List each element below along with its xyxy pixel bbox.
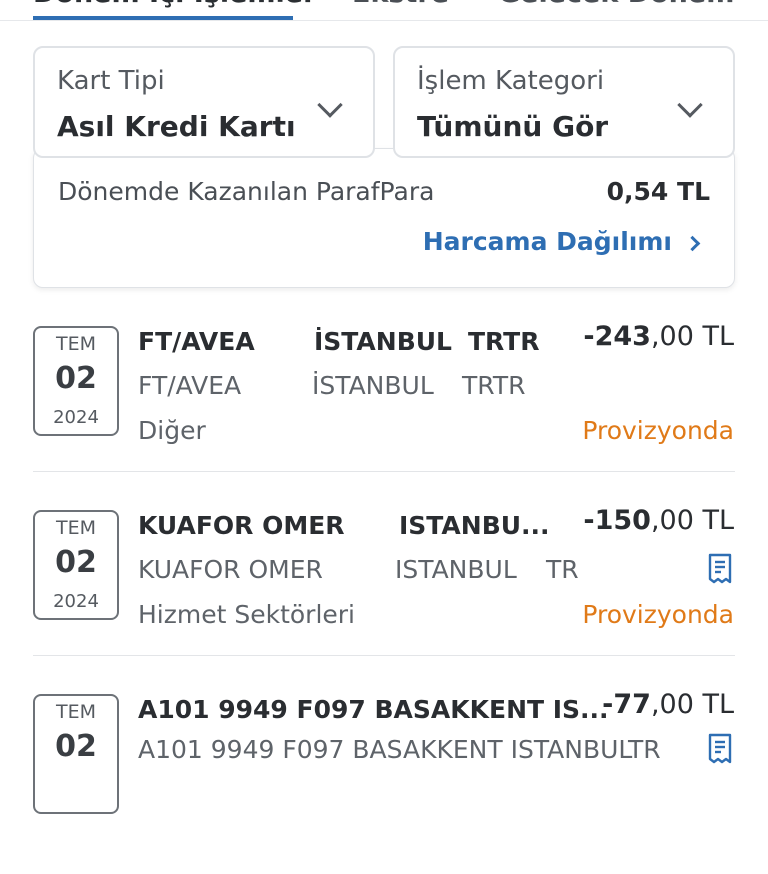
merchant-name: KUAFOR OMER <box>138 511 345 540</box>
tab-statement[interactable]: Ekstre <box>352 0 449 9</box>
merchant-detail-name: FT/AVEA <box>138 371 242 400</box>
category-value: Tümünü Gör <box>417 110 609 143</box>
receipt-icon[interactable] <box>706 553 734 585</box>
status-badge: Provizyonda <box>582 600 734 629</box>
transaction-amount: -243,00 TL <box>583 321 734 352</box>
merchant-city: ISTANBU... <box>399 511 550 540</box>
divider <box>33 471 735 472</box>
merchant-detail-name: KUAFOR OMER <box>138 555 323 584</box>
date-day: 02 <box>55 729 97 764</box>
spending-distribution-link[interactable]: Harcama Dağılımı <box>423 227 672 256</box>
date-badge: TEM 02 <box>33 694 119 814</box>
date-month: TEM <box>55 333 96 355</box>
divider <box>33 655 735 656</box>
earned-parafpara-label: Dönemde Kazanılan ParafPara <box>58 177 435 206</box>
transaction-row[interactable]: TEM 02 A101 9949 F097 BASAKKENT IS... A1… <box>0 689 768 874</box>
merchant-detail-country: TR <box>546 555 579 584</box>
receipt-icon[interactable] <box>706 733 734 765</box>
chevron-down-icon <box>317 92 343 118</box>
card-type-dropdown[interactable]: Kart Tipi Asıl Kredi Kartı <box>33 46 375 158</box>
card-type-label: Kart Tipi <box>57 66 165 96</box>
date-day: 02 <box>55 361 97 396</box>
merchant-name: FT/AVEA <box>138 327 255 356</box>
category-dropdown[interactable]: İşlem Kategori Tümünü Gör <box>393 46 735 158</box>
date-month: TEM <box>55 517 96 539</box>
date-year: 2024 <box>53 407 99 428</box>
amount-rest: ,00 TL <box>650 689 734 720</box>
chevron-right-icon <box>684 235 701 252</box>
merchant-detail-country: TR <box>628 735 661 764</box>
date-month: TEM <box>55 701 96 723</box>
chevron-down-icon <box>677 92 703 118</box>
active-tab-indicator <box>33 16 293 20</box>
merchant-name: A101 9949 F097 BASAKKENT IS... <box>138 695 609 724</box>
merchant-detail-name: A101 9949 F097 BASAKKENT ISTANBUL <box>138 735 633 764</box>
date-day: 02 <box>55 545 97 580</box>
merchant-detail-city: İSTANBUL <box>312 371 434 400</box>
category-label: İşlem Kategori <box>417 66 605 96</box>
transaction-category: Hizmet Sektörleri <box>138 600 356 629</box>
merchant-detail-city: ISTANBUL <box>395 555 517 584</box>
merchant-country: TRTR <box>468 327 540 356</box>
merchant-detail-country: TRTR <box>462 371 526 400</box>
transaction-category: Diğer <box>138 416 206 445</box>
status-badge: Provizyonda <box>582 416 734 445</box>
amount-rest: ,00 TL <box>650 321 734 352</box>
card-type-value: Asıl Kredi Kartı <box>57 110 296 143</box>
earned-parafpara-value: 0,54 TL <box>606 177 710 206</box>
transaction-amount: -77,00 TL <box>602 689 734 720</box>
merchant-city: İSTANBUL <box>314 327 452 356</box>
date-badge: TEM 02 2024 <box>33 510 119 620</box>
summary-card: Dönemde Kazanılan ParafPara 0,54 TL Harc… <box>33 148 735 288</box>
tab-current-period[interactable]: Dönem İçi İşlemler <box>33 0 316 9</box>
transaction-row[interactable]: TEM 02 2024 KUAFOR OMER ISTANBU... KUAFO… <box>0 505 768 690</box>
transaction-row[interactable]: TEM 02 2024 FT/AVEA İSTANBUL TRTR FT/AVE… <box>0 321 768 506</box>
amount-main: -150 <box>583 505 651 536</box>
date-year: 2024 <box>53 591 99 612</box>
transaction-amount: -150,00 TL <box>583 505 734 536</box>
amount-rest: ,00 TL <box>650 505 734 536</box>
amount-main: -243 <box>583 321 651 352</box>
date-badge: TEM 02 2024 <box>33 326 119 436</box>
tab-next-period[interactable]: Gelecek Dönem <box>498 0 734 9</box>
amount-main: -77 <box>602 689 651 720</box>
tab-bar: Dönem İçi İşlemler Ekstre Gelecek Dönem <box>0 0 768 21</box>
